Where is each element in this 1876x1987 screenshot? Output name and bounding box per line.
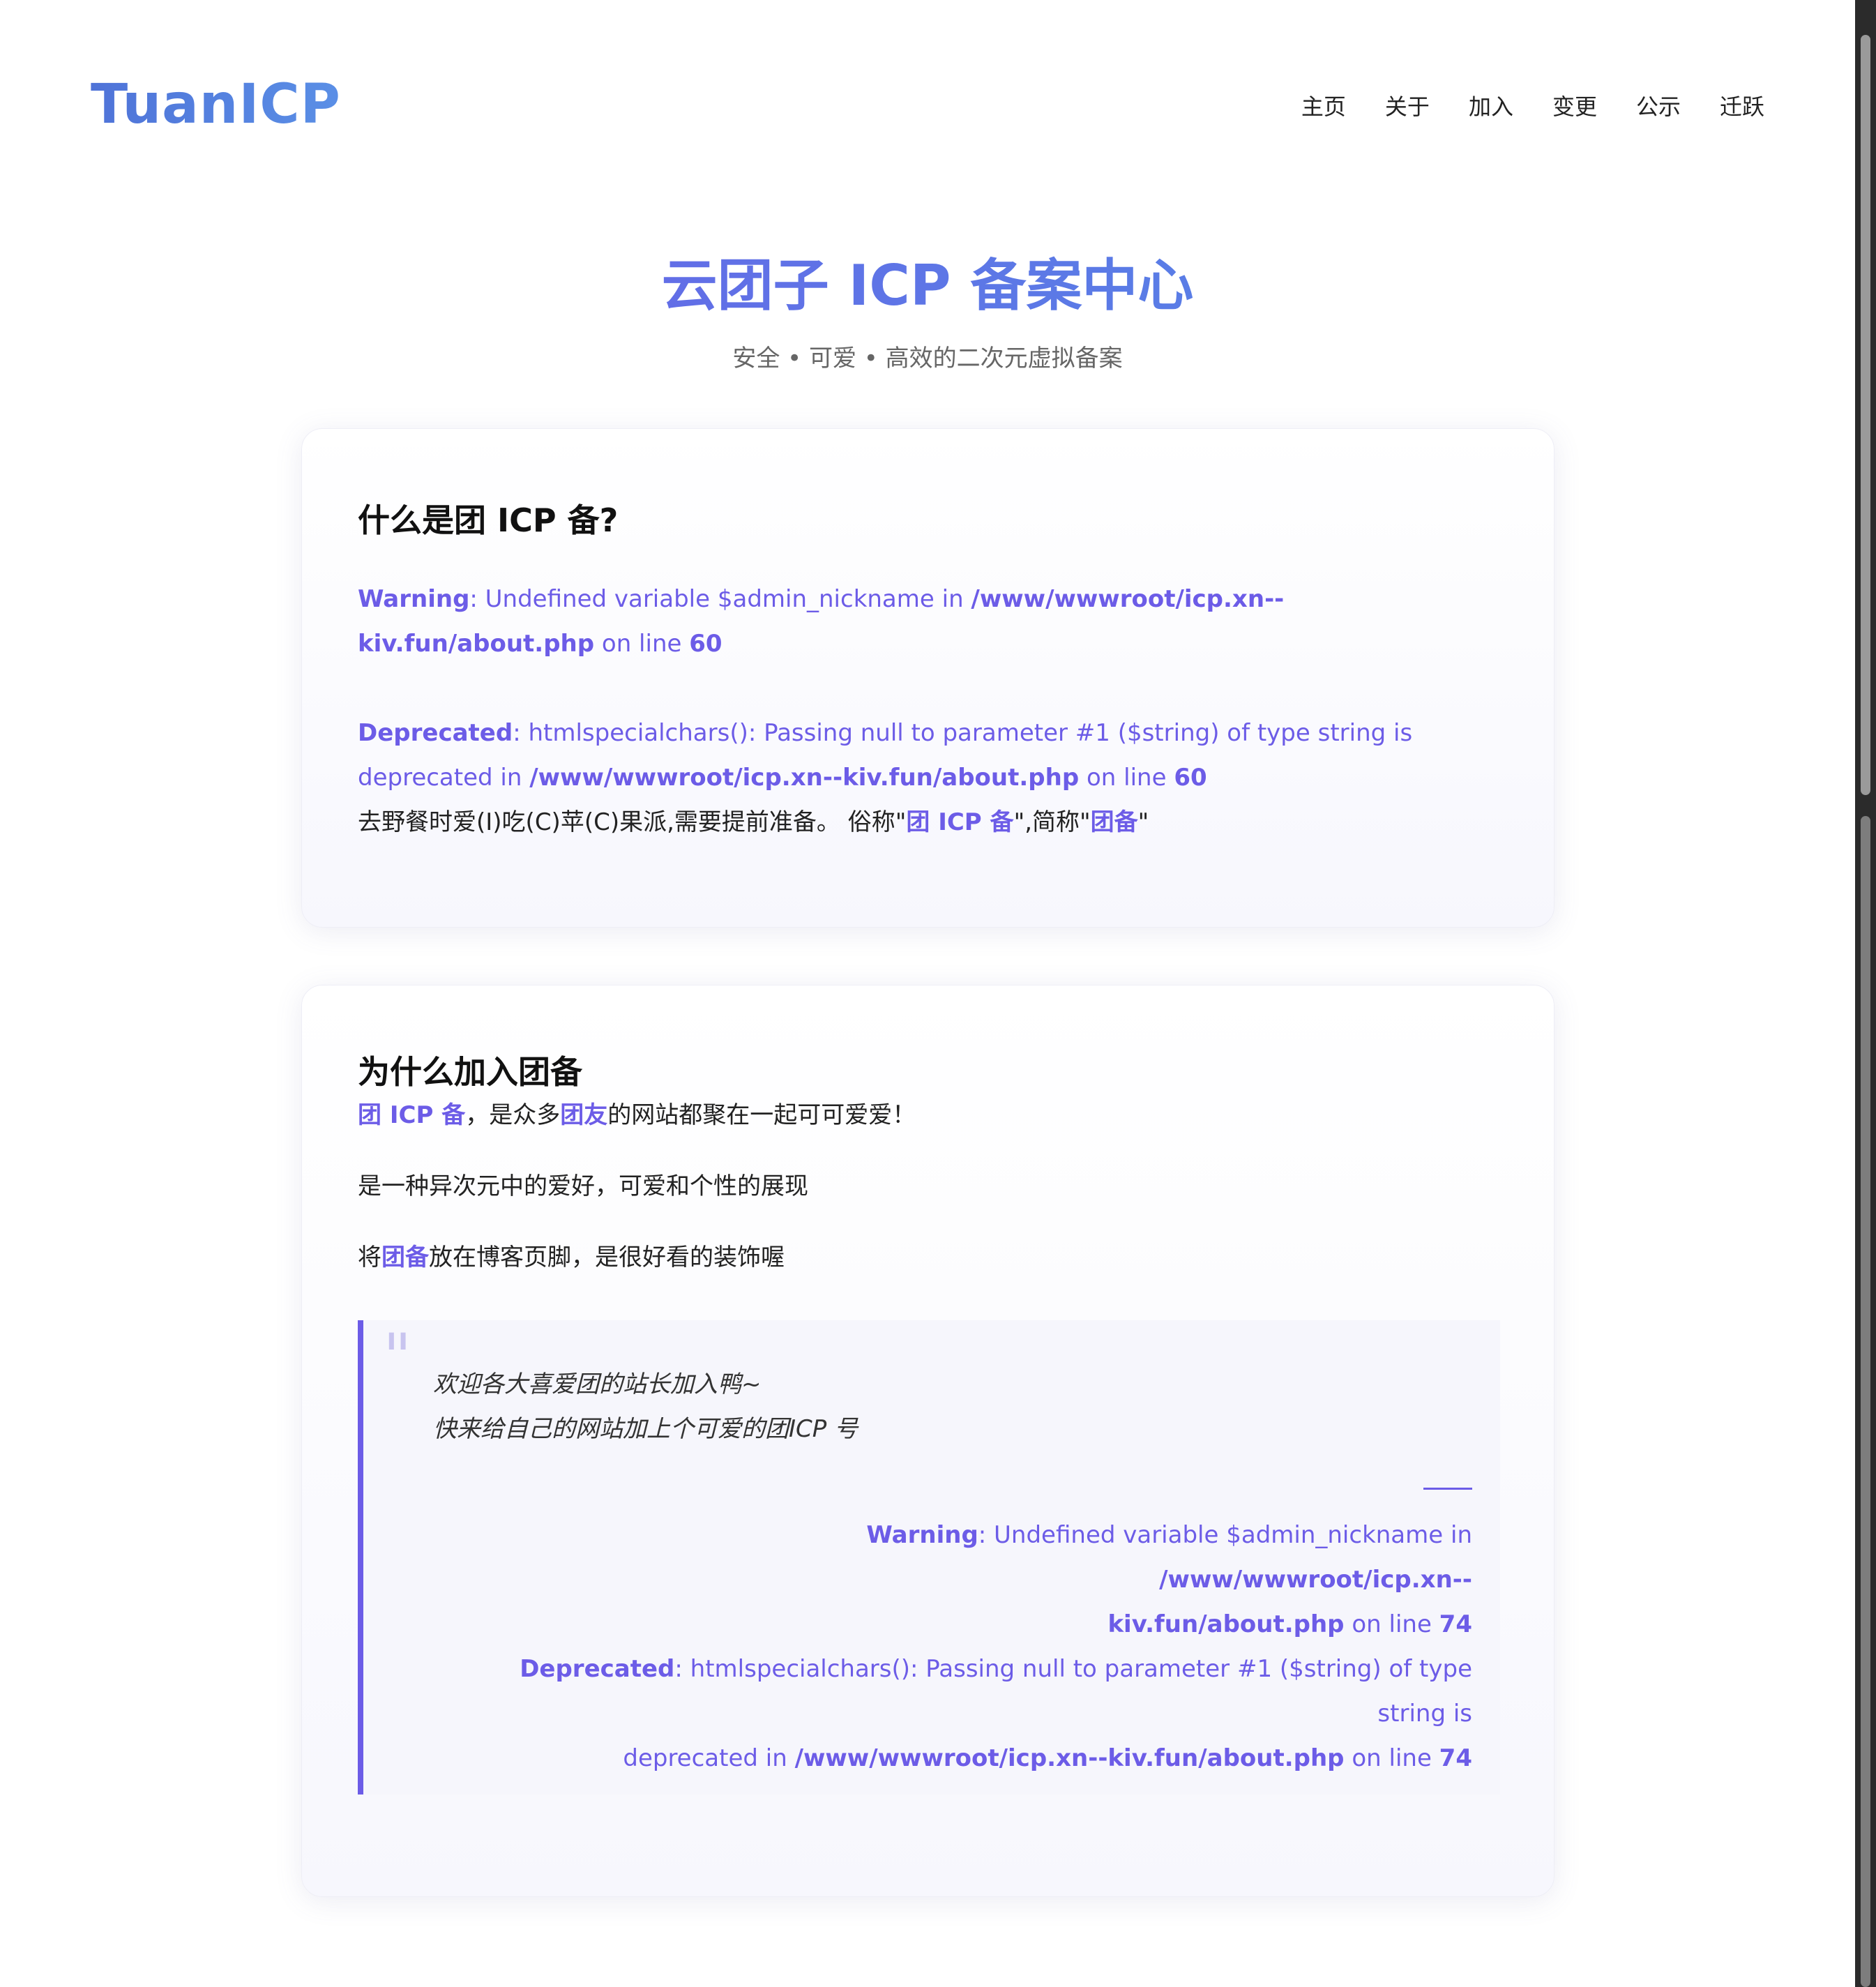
quote-warning-text: : Undefined variable $admin_nickname in — [978, 1521, 1472, 1549]
warning-text: : Undefined variable $admin_nickname in — [469, 585, 971, 613]
why-line-1-mid: ，是众多 — [465, 1101, 561, 1129]
why-line-1-end: 的网站都聚在一起可可爱爱！ — [607, 1101, 916, 1129]
site-logo[interactable]: TuanICP — [91, 73, 341, 136]
about-description: 去野餐时爱(I)吃(C)苹(C)果派,需要提前准备。 俗称"团 ICP 备",简… — [358, 800, 1149, 845]
deprecated-label: Deprecated — [358, 719, 513, 747]
about-card-title: 什么是团 ICP 备? — [358, 501, 619, 539]
why-highlight-friends: 团友 — [560, 1101, 608, 1129]
why-join-card: 为什么加入团备 团 ICP 备，是众多团友的网站都聚在一起可可爱爱！ 是一种异次… — [301, 985, 1554, 1897]
quote-deprecated-path: /www/wwwroot/icp.xn--kiv.fun/about.php — [794, 1744, 1345, 1772]
php-deprecated: Deprecated: htmlspecialchars(): Passing … — [358, 711, 1508, 800]
nav-home[interactable]: 主页 — [1301, 89, 1346, 121]
quote-warning-path-2: kiv.fun/about.php — [1107, 1610, 1345, 1638]
nav-about[interactable]: 关于 — [1385, 89, 1430, 121]
desc-prefix: 去野餐时爱(I)吃(C)苹(C)果派,需要提前准备。 俗称" — [358, 808, 907, 836]
quote-line-1: 欢迎各大喜爱团的站长加入鸭~ — [433, 1370, 762, 1398]
quote-warning-text-line: on line — [1344, 1610, 1439, 1638]
quote-attribution-dash — [1423, 1488, 1472, 1490]
welcome-quote: " 欢迎各大喜爱团的站长加入鸭~ 快来给自己的网站加上个可爱的团ICP 号 Wa… — [358, 1320, 1500, 1795]
page: TuanICP 主页 关于 加入 变更 公示 迁跃 云团子 ICP 备案中心 安… — [0, 0, 1855, 1987]
quote-mark-icon: " — [383, 1320, 412, 1393]
scrollbar-thumb[interactable] — [1861, 35, 1870, 795]
nav-migrate[interactable]: 迁跃 — [1720, 89, 1764, 121]
warning-line-number: 60 — [689, 630, 723, 658]
quote-php-deprecated: Deprecated: htmlspecialchars(): Passing … — [496, 1647, 1472, 1781]
scrollbar[interactable] — [1855, 0, 1876, 1987]
quote-warning-path-1: /www/wwwroot/icp.xn-- — [1159, 1566, 1472, 1594]
desc-highlight-full: 团 ICP 备 — [906, 808, 1014, 836]
nav-public[interactable]: 公示 — [1636, 89, 1681, 121]
desc-highlight-short: 团备 — [1090, 808, 1138, 836]
hero-title: 云团子 ICP 备案中心 — [0, 241, 1855, 322]
main-nav: 主页 关于 加入 变更 公示 迁跃 — [1301, 89, 1764, 121]
quote-deprecated-text-line: on line — [1344, 1744, 1439, 1772]
nav-change[interactable]: 变更 — [1552, 89, 1597, 121]
why-line-2: 是一种异次元中的爱好，可爱和个性的展现 — [358, 1172, 808, 1200]
scrollbar-track-lower — [1861, 816, 1870, 1987]
why-highlight-icp: 团 ICP 备 — [358, 1101, 466, 1129]
why-line-3: 将团备放在博客页脚，是很好看的装饰喔 — [358, 1235, 785, 1280]
nav-join[interactable]: 加入 — [1469, 89, 1513, 121]
quote-deprecated-text: : htmlspecialchars(): Passing null to pa… — [674, 1655, 1472, 1728]
deprecated-line-number: 60 — [1174, 764, 1207, 792]
deprecated-text-line: on line — [1079, 764, 1174, 792]
quote-warning-line-number: 74 — [1439, 1610, 1472, 1638]
hero-subtitle: 安全 • 可爱 • 高效的二次元虚拟备案 — [732, 345, 1123, 372]
warning-label: Warning — [358, 585, 470, 613]
desc-suffix: " — [1137, 808, 1149, 836]
php-warning: Warning: Undefined variable $admin_nickn… — [358, 577, 1508, 666]
quote-text: 欢迎各大喜爱团的站长加入鸭~ 快来给自己的网站加上个可爱的团ICP 号 — [433, 1362, 858, 1451]
quote-deprecated-text-2: deprecated in — [623, 1744, 795, 1772]
quote-php-warning: Warning: Undefined variable $admin_nickn… — [566, 1513, 1472, 1647]
quote-line-2: 快来给自己的网站加上个可爱的团ICP 号 — [433, 1415, 858, 1443]
deprecated-path: /www/wwwroot/icp.xn--kiv.fun/about.php — [529, 764, 1080, 792]
why-line-3-end: 放在博客页脚，是很好看的装饰喔 — [429, 1244, 785, 1271]
why-line-1: 团 ICP 备，是众多团友的网站都聚在一起可可爱爱！ — [358, 1093, 916, 1138]
warning-text-line: on line — [594, 630, 690, 658]
about-card: 什么是团 ICP 备? Warning: Undefined variable … — [301, 428, 1554, 928]
desc-mid: ",简称" — [1013, 808, 1091, 836]
why-highlight-tuanbei: 团备 — [381, 1244, 429, 1271]
quote-warning-label: Warning — [866, 1521, 978, 1549]
why-line-3-pre: 将 — [358, 1244, 381, 1271]
quote-deprecated-label: Deprecated — [520, 1655, 675, 1683]
why-join-title: 为什么加入团备 — [358, 1053, 582, 1091]
quote-deprecated-line-number: 74 — [1439, 1744, 1472, 1772]
